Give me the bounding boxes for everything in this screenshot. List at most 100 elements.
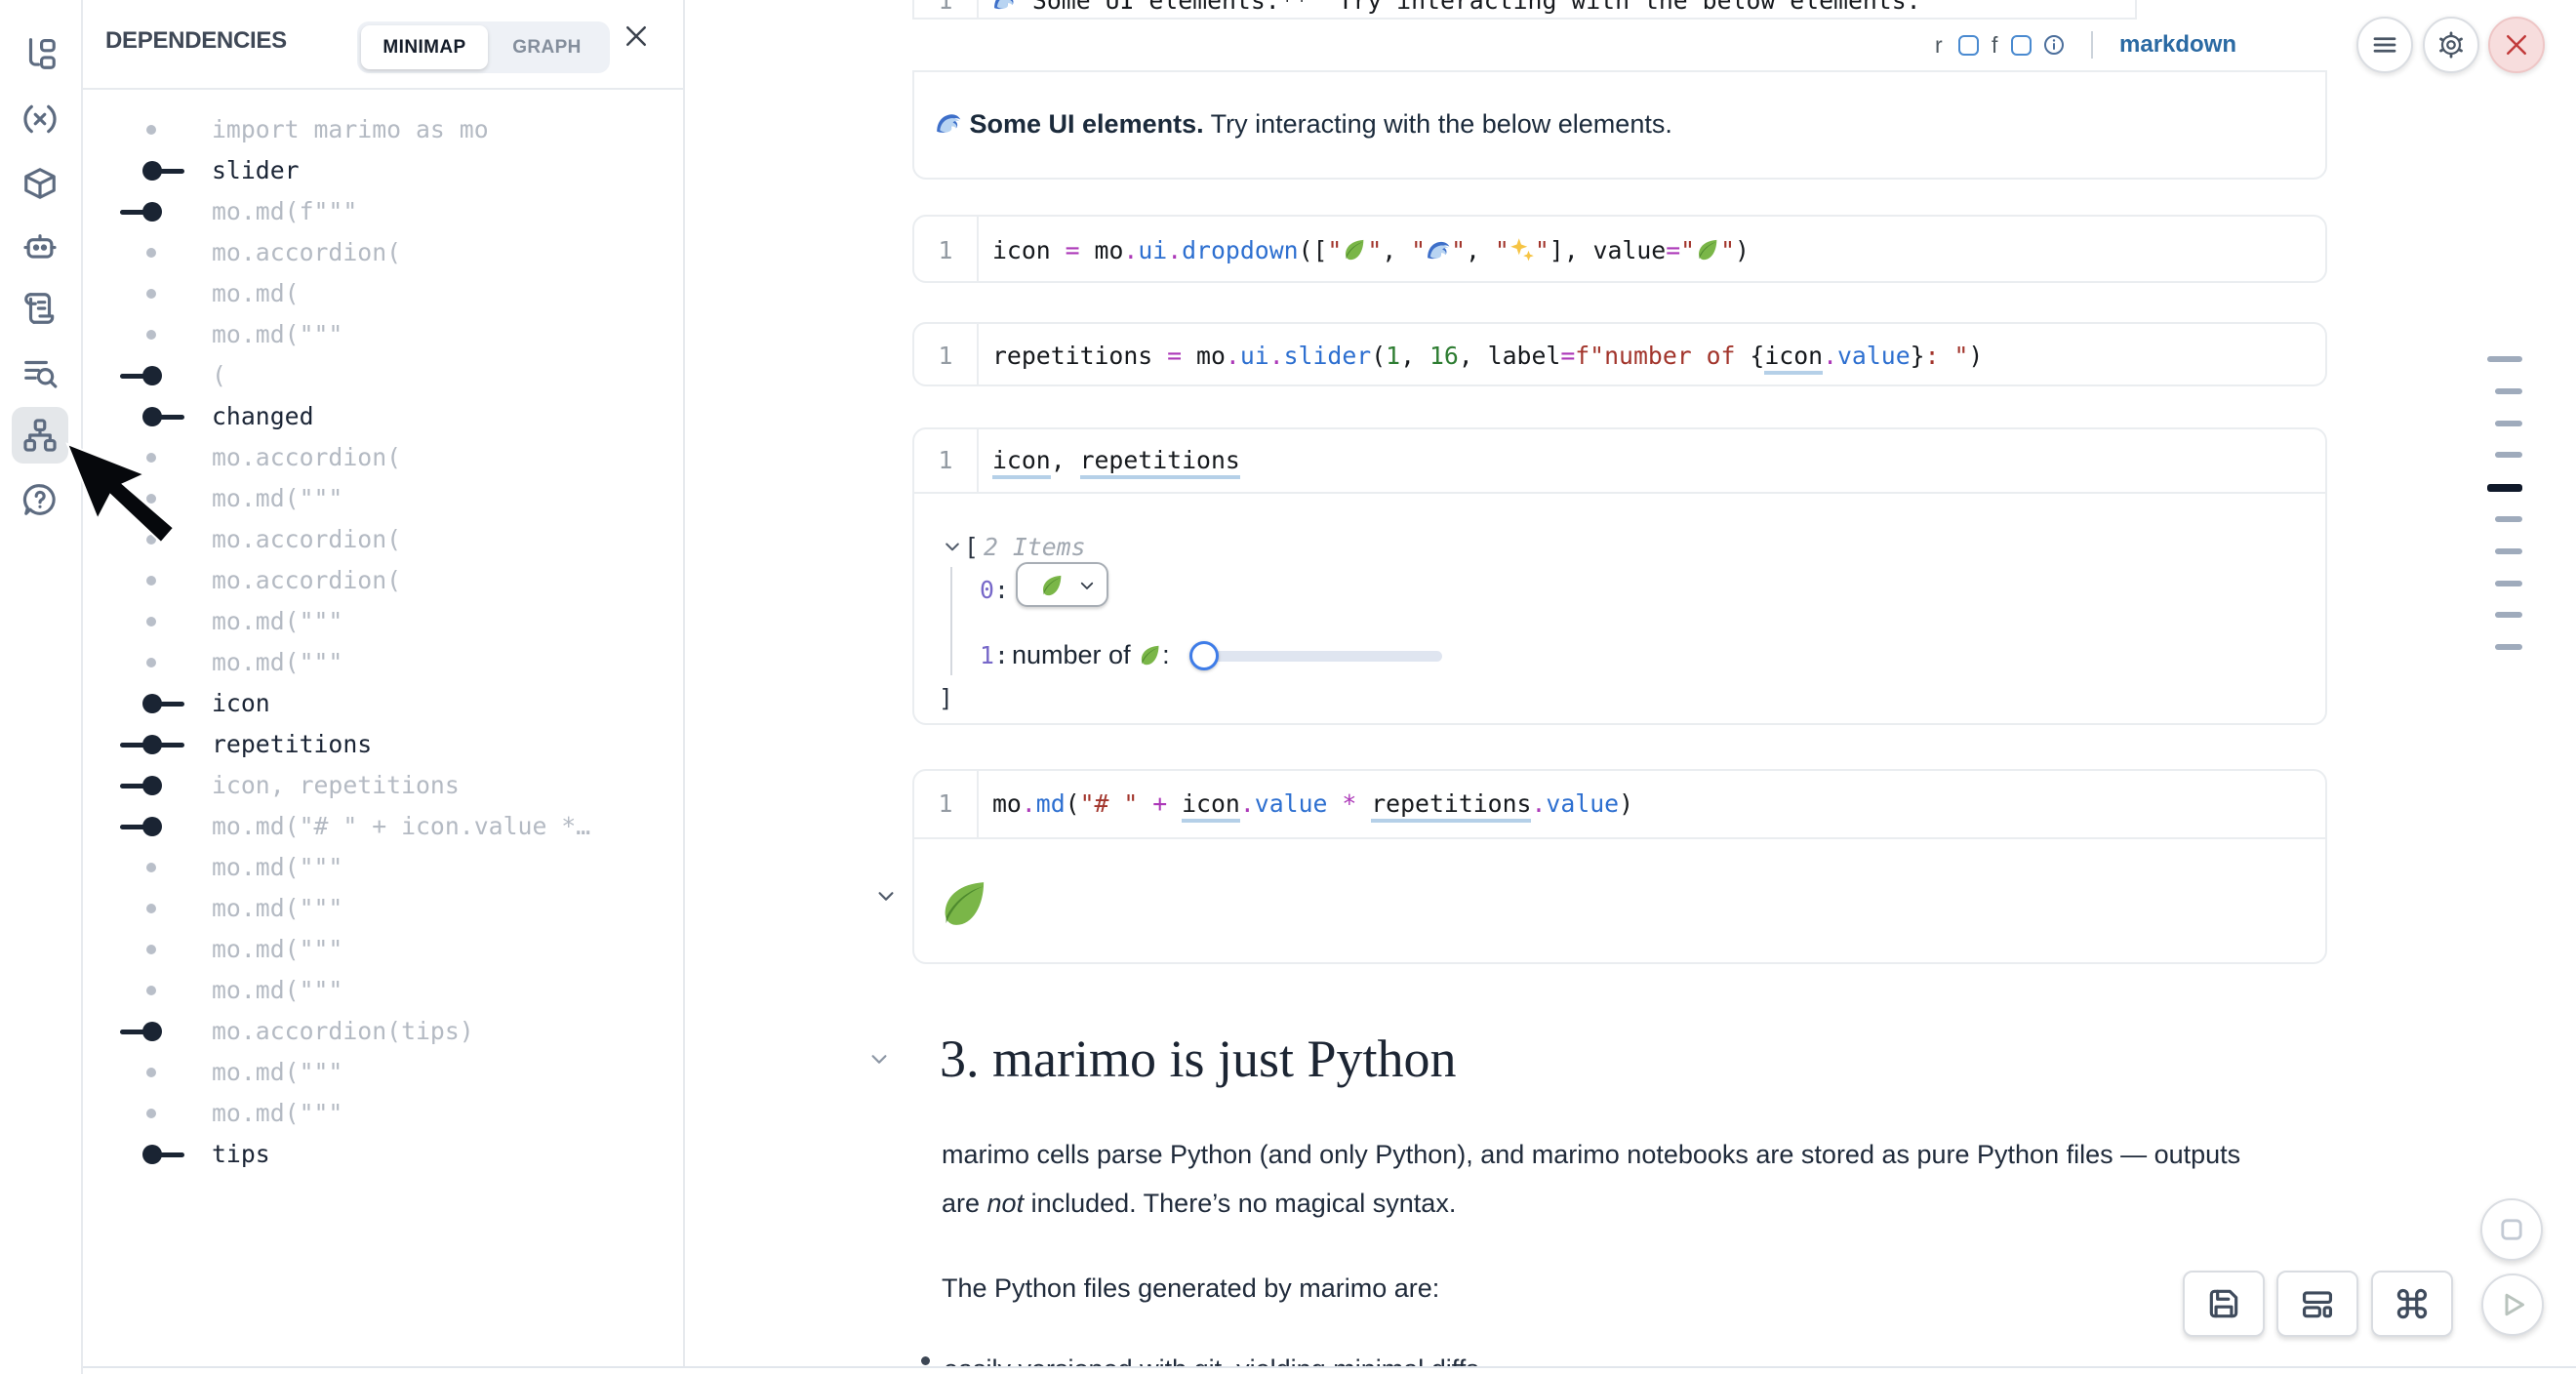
minimap-bar[interactable] bbox=[2495, 388, 2522, 394]
close-panel-button[interactable] bbox=[622, 21, 651, 51]
dependency-row[interactable]: mo.accordion( bbox=[83, 519, 683, 560]
minimap-bar-active[interactable] bbox=[2487, 484, 2522, 492]
minimap-bar[interactable] bbox=[2495, 516, 2522, 522]
info-icon[interactable] bbox=[2042, 20, 2066, 70]
no-deps-dot bbox=[146, 863, 156, 872]
dependency-row[interactable]: mo.md(""" bbox=[83, 888, 683, 929]
dependency-row[interactable]: mo.md(""" bbox=[83, 1093, 683, 1134]
dependency-row[interactable]: mo.md(""" bbox=[83, 642, 683, 683]
dependency-label: mo.md(""" bbox=[212, 314, 342, 355]
language-label[interactable]: markdown bbox=[2119, 20, 2236, 70]
dependency-row[interactable]: mo.md(""" bbox=[83, 478, 683, 519]
dependency-label: mo.md(""" bbox=[212, 642, 342, 683]
close-icon bbox=[2502, 30, 2531, 60]
dependency-row[interactable]: tips bbox=[83, 1134, 683, 1175]
ai-assistant-icon bbox=[21, 227, 59, 264]
minimap-bar[interactable] bbox=[2495, 644, 2522, 650]
in-node bbox=[142, 776, 162, 795]
dependency-row[interactable]: mo.md(""" bbox=[83, 847, 683, 888]
cell-5[interactable]: 1 mo.md("# " + icon.value * repetitions.… bbox=[912, 769, 2327, 964]
tree-item-count: 2 Items bbox=[984, 533, 1086, 561]
variables-icon bbox=[21, 101, 59, 138]
dependency-label: import marimo as mo bbox=[212, 109, 489, 150]
tab-graph[interactable]: GRAPH bbox=[488, 25, 606, 69]
layout-button[interactable] bbox=[2276, 1271, 2358, 1337]
in-node bbox=[142, 817, 162, 836]
dependency-row[interactable]: mo.md(""" bbox=[83, 601, 683, 642]
run-button[interactable] bbox=[2481, 1273, 2544, 1336]
shortcuts-button[interactable] bbox=[2371, 1271, 2453, 1337]
settings-button[interactable] bbox=[2423, 17, 2479, 73]
dependency-row[interactable]: mo.md( bbox=[83, 273, 683, 314]
cell-2-code: icon = mo.ui.dropdown(["", "", ""], valu… bbox=[992, 217, 1750, 285]
activity-bar bbox=[0, 0, 83, 1374]
sidebar-item-package[interactable] bbox=[12, 155, 68, 212]
sidebar-item-file-tree[interactable] bbox=[12, 25, 68, 82]
minimap-bar[interactable] bbox=[2495, 452, 2522, 458]
tree-close-bracket: ] bbox=[939, 684, 953, 712]
view-toggle: MINIMAP GRAPH bbox=[357, 21, 610, 73]
tree-collapse-chevron[interactable] bbox=[943, 537, 964, 558]
dependency-row[interactable]: changed bbox=[83, 396, 683, 437]
no-deps-dot bbox=[146, 494, 156, 504]
sidebar-item-help[interactable] bbox=[12, 471, 68, 528]
section-collapse-chevron[interactable] bbox=[868, 1048, 890, 1074]
tab-minimap[interactable]: MINIMAP bbox=[361, 25, 488, 69]
dependency-row[interactable]: mo.md(""" bbox=[83, 314, 683, 355]
dependency-label: mo.md(f""" bbox=[212, 191, 357, 232]
no-deps-dot bbox=[146, 986, 156, 995]
dependency-row[interactable]: mo.accordion( bbox=[83, 560, 683, 601]
r-checkbox[interactable] bbox=[1958, 20, 1979, 70]
save-button[interactable] bbox=[2183, 1271, 2265, 1337]
dependency-row[interactable]: mo.md(""" bbox=[83, 970, 683, 1011]
cell-1-editor[interactable]: 1 Some UI elements.** Try interacting wi… bbox=[912, 0, 2137, 20]
minimap-bar[interactable] bbox=[2495, 612, 2522, 618]
dependency-row[interactable]: icon, repetitions bbox=[83, 765, 683, 806]
sparkles-emoji bbox=[1509, 237, 1535, 263]
dependency-row[interactable]: mo.md(""" bbox=[83, 929, 683, 970]
no-deps-dot bbox=[146, 248, 156, 258]
sidebar-item-scratchpad-search[interactable] bbox=[12, 344, 68, 400]
shutdown-button[interactable] bbox=[2488, 17, 2545, 73]
dependency-row[interactable]: mo.md("# " + icon.value *… bbox=[83, 806, 683, 847]
dependency-label: mo.md(""" bbox=[212, 970, 342, 1011]
dependency-row[interactable]: import marimo as mo bbox=[83, 109, 683, 150]
stop-button[interactable] bbox=[2480, 1198, 2543, 1261]
repetitions-slider-handle[interactable] bbox=[1189, 641, 1219, 670]
repetitions-slider-track[interactable] bbox=[1203, 651, 1442, 662]
dependency-row[interactable]: icon bbox=[83, 683, 683, 724]
dependency-row[interactable]: mo.accordion( bbox=[83, 232, 683, 273]
sidebar-item-ai-assistant[interactable] bbox=[12, 218, 68, 274]
marimo-app: DEPENDENCIES MINIMAP GRAPH import marimo… bbox=[0, 0, 2576, 1374]
minimap-bar[interactable] bbox=[2487, 356, 2522, 362]
dependency-label: mo.md("# " + icon.value *… bbox=[212, 806, 590, 847]
icon-dropdown[interactable] bbox=[1016, 562, 1108, 607]
minimap-bar[interactable] bbox=[2495, 548, 2522, 554]
command-icon bbox=[2394, 1285, 2431, 1322]
dependency-label: ( bbox=[212, 355, 226, 396]
notebook-menu-button[interactable] bbox=[2356, 17, 2413, 73]
no-deps-dot bbox=[146, 125, 156, 135]
dependency-row[interactable]: ( bbox=[83, 355, 683, 396]
file-tree-icon bbox=[21, 35, 59, 72]
cell-3-editor[interactable]: 1 repetitions = mo.ui.slider(1, 16, labe… bbox=[912, 322, 2327, 386]
no-deps-dot bbox=[146, 904, 156, 913]
sidebar-item-dependency-graph[interactable] bbox=[12, 407, 68, 464]
dependency-row[interactable]: mo.accordion( bbox=[83, 437, 683, 478]
cell-5-collapse-chevron[interactable] bbox=[875, 885, 897, 911]
sidebar-item-logs[interactable] bbox=[12, 280, 68, 337]
dependency-row[interactable]: mo.md(f""" bbox=[83, 191, 683, 232]
line-number: 1 bbox=[914, 324, 977, 388]
dependency-row[interactable]: mo.md(""" bbox=[83, 1052, 683, 1093]
bullet-point bbox=[921, 1356, 930, 1365]
dependency-row[interactable]: mo.accordion(tips) bbox=[83, 1011, 683, 1052]
dependency-row[interactable]: repetitions bbox=[83, 724, 683, 765]
cell-4[interactable]: 1 icon, repetitions bbox=[912, 427, 2327, 725]
sidebar-item-variables[interactable] bbox=[12, 91, 68, 147]
f-checkbox[interactable] bbox=[2011, 20, 2032, 70]
minimap-bar[interactable] bbox=[2495, 421, 2522, 426]
minimap-bar[interactable] bbox=[2495, 581, 2522, 586]
leaf-emoji bbox=[1342, 237, 1367, 263]
dependency-row[interactable]: slider bbox=[83, 150, 683, 191]
cell-2-editor[interactable]: 1 icon = mo.ui.dropdown(["", "", ""], va… bbox=[912, 215, 2327, 283]
